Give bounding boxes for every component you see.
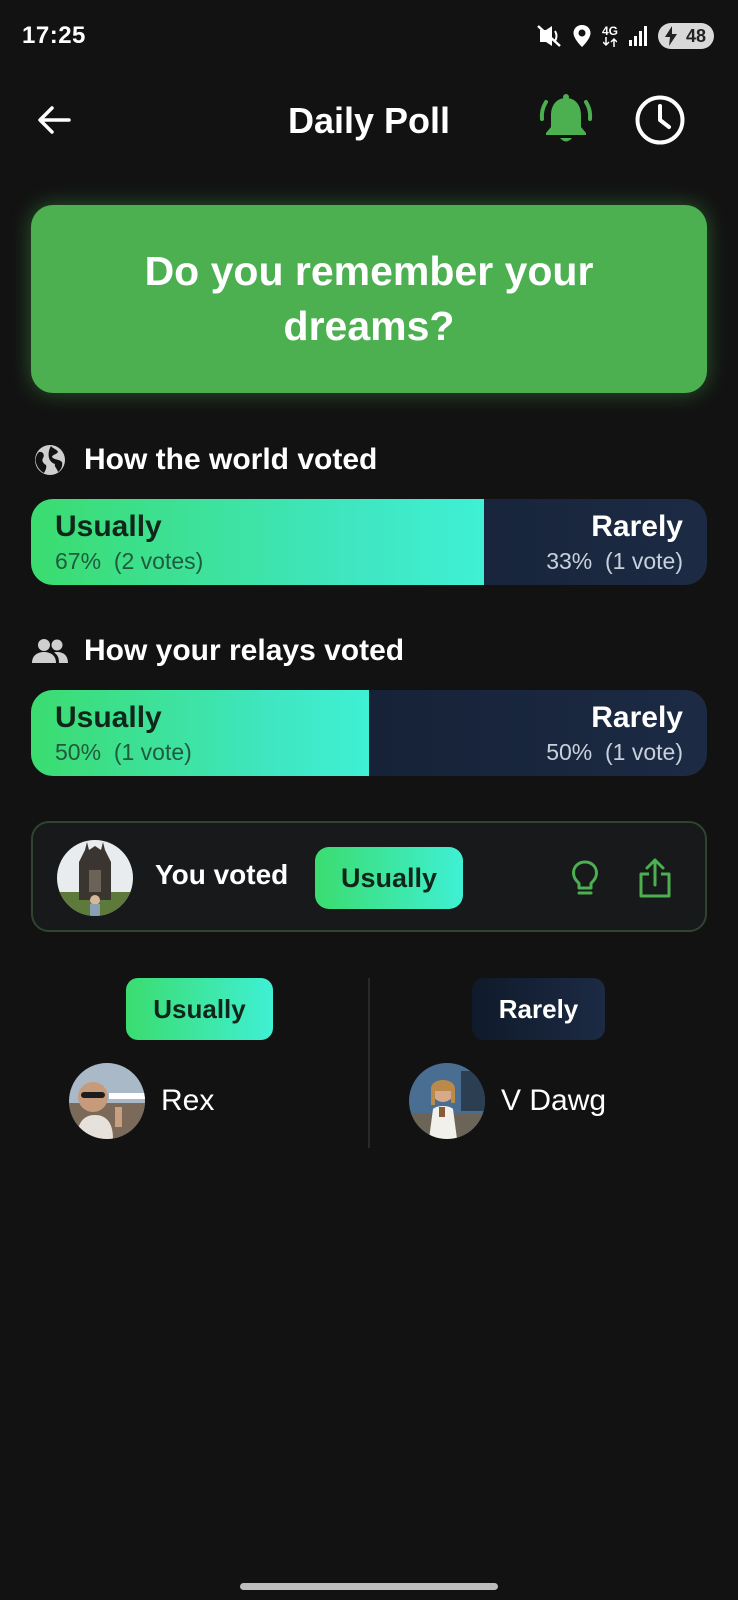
battery-charging-icon: 48 xyxy=(658,23,714,49)
rarely-column-label: Rarely xyxy=(472,978,605,1040)
header: Daily Poll xyxy=(0,80,738,160)
world-option-usually: Usually 67% (2 votes) xyxy=(55,499,203,585)
relays-rarely-votes: (1 vote) xyxy=(605,739,683,765)
world-usually-percent: 67% xyxy=(55,548,102,574)
relays-usually-label: Usually xyxy=(55,701,162,734)
network-4g-icon: 4G xyxy=(602,25,618,47)
voter-name: Rex xyxy=(161,1084,215,1117)
signal-icon xyxy=(628,25,648,47)
relays-usually-percent: 50% xyxy=(55,739,102,765)
relays-rarely-stats: 50% (1 vote) xyxy=(546,737,683,767)
share-icon xyxy=(639,858,671,898)
world-rarely-percent: 33% xyxy=(546,548,593,574)
clock-icon xyxy=(635,95,685,145)
relays-results-heading: How your relays voted xyxy=(32,633,404,669)
mute-vibrate-icon xyxy=(536,24,562,48)
world-rarely-stats: 33% (1 vote) xyxy=(546,546,683,576)
world-results-bar: Usually 67% (2 votes) Rarely 33% (1 vote… xyxy=(31,499,707,585)
column-divider xyxy=(368,978,370,1148)
relays-usually-votes: (1 vote) xyxy=(113,739,192,765)
world-usually-stats: 67% (2 votes) xyxy=(55,546,203,576)
lightbulb-icon xyxy=(572,860,598,895)
relays-results-bar: Usually 50% (1 vote) Rarely 50% (1 vote) xyxy=(31,690,707,776)
avatar xyxy=(69,1063,145,1139)
relays-results-title: How your relays voted xyxy=(84,634,405,667)
status-icons: 4G 48 xyxy=(536,22,714,50)
battery-level: 48 xyxy=(685,25,706,46)
world-option-rarely: Rarely 33% (1 vote) xyxy=(546,499,683,585)
world-results-heading: How the world voted xyxy=(32,442,377,478)
page-title: Daily Poll xyxy=(287,100,451,141)
home-indicator[interactable] xyxy=(240,1583,498,1590)
status-bar: 17:25 4G 48 xyxy=(0,0,738,72)
history-button[interactable] xyxy=(632,92,688,148)
world-results-title: How the world voted xyxy=(84,443,378,476)
network-label: 4G xyxy=(601,24,618,38)
voter-name: V Dawg xyxy=(501,1084,607,1117)
status-time: 17:25 xyxy=(22,22,86,49)
you-voted-label: You voted xyxy=(155,859,289,890)
usually-column-label: Usually xyxy=(126,978,273,1040)
world-rarely-votes: (1 vote) xyxy=(605,548,683,574)
relays-rarely-percent: 50% xyxy=(546,739,593,765)
avatar xyxy=(409,1063,485,1139)
your-vote-choice: Usually xyxy=(315,847,463,909)
your-vote-card: You voted Usually xyxy=(31,821,707,932)
voter-rex[interactable]: Rex xyxy=(69,1063,214,1139)
voter-v-dawg[interactable]: V Dawg xyxy=(409,1063,606,1139)
location-icon xyxy=(572,24,592,48)
question-text: Do you remember your dreams? xyxy=(144,248,594,349)
question-card: Do you remember your dreams? xyxy=(31,205,707,393)
world-rarely-label: Rarely xyxy=(591,510,683,543)
world-usually-label: Usually xyxy=(55,510,162,543)
bell-icon xyxy=(539,94,593,142)
relays-option-usually: Usually 50% (1 vote) xyxy=(55,690,192,776)
people-icon xyxy=(32,633,68,669)
globe-icon xyxy=(32,442,68,478)
relays-rarely-label: Rarely xyxy=(591,701,683,734)
hint-button[interactable] xyxy=(563,855,607,903)
relays-usually-stats: 50% (1 vote) xyxy=(55,737,192,767)
share-button[interactable] xyxy=(633,853,677,903)
notifications-button[interactable] xyxy=(536,90,596,150)
world-usually-votes: (2 votes) xyxy=(113,548,204,574)
avatar[interactable] xyxy=(57,840,133,916)
relays-option-rarely: Rarely 50% (1 vote) xyxy=(546,690,683,776)
